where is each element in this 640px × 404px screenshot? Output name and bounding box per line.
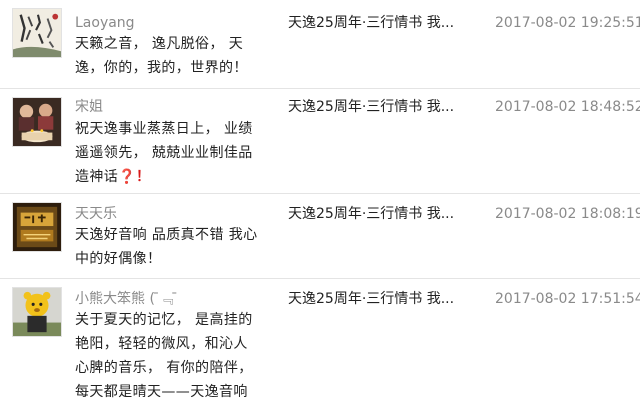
comment-username[interactable]: 小熊大笨熊 ( ̄﹃ ̄ [75, 290, 178, 308]
comment-row: 天天乐 天逸好音响 品质真不错 我心中的好偶像！ 天逸25周年·三行情书 我..… [0, 194, 640, 278]
bear-mascot-avatar-icon[interactable] [12, 287, 62, 337]
comment-text-body: 关于夏天的记忆， 是高挂的艳阳，轻轻的微风，和沁人心脾的音乐， 有你的陪伴，每天… [75, 312, 253, 400]
comment-timestamp: 2017-08-02 18:48:52 [495, 99, 640, 115]
comment-text: 关于夏天的记忆， 是高挂的艳阳，轻轻的微风，和沁人心脾的音乐， 有你的陪伴，每天… [75, 308, 260, 404]
comment-username[interactable]: Laoyang [75, 14, 135, 32]
comment-text: 祝天逸事业蒸蒸日上， 业绩遥遥领先， 兢兢业业制佳品造神话❓！ [75, 117, 260, 189]
article-link[interactable]: 天逸25周年·三行情书 我... [288, 205, 454, 223]
article-link[interactable]: 天逸25周年·三行情书 我... [288, 14, 454, 32]
comment-timestamp: 2017-08-02 17:51:54 [495, 291, 640, 307]
article-link[interactable]: 天逸25周年·三行情书 我... [288, 98, 454, 116]
comment-row: Laoyang 天籁之音， 逸凡脱俗， 天逸，你的，我的，世界的！ 天逸25周年… [0, 0, 640, 88]
comment-username[interactable]: 宋姐 [75, 98, 103, 116]
comment-text: 天籁之音， 逸凡脱俗， 天逸，你的，我的，世界的！ [75, 32, 260, 80]
comment-timestamp: 2017-08-02 18:08:19 [495, 206, 640, 222]
golden-plaque-avatar-icon[interactable] [12, 202, 62, 252]
comment-timestamp: 2017-08-02 19:25:51 [495, 15, 640, 31]
comment-text: 天逸好音响 品质真不错 我心中的好偶像！ [75, 223, 260, 271]
comment-row: 小熊大笨熊 ( ̄﹃ ̄ 关于夏天的记忆， 是高挂的艳阳，轻轻的微风，和沁人心脾… [0, 279, 640, 404]
birthday-cake-avatar-icon[interactable] [12, 97, 62, 147]
comment-row: 宋姐 祝天逸事业蒸蒸日上， 业绩遥遥领先， 兢兢业业制佳品造神话❓！ 天逸25周… [0, 89, 640, 193]
comment-username[interactable]: 天天乐 [75, 205, 117, 223]
comment-text-body: 天籁之音， 逸凡脱俗， 天逸，你的，我的，世界的！ [75, 36, 248, 76]
comment-text-body: 天逸好音响 品质真不错 我心中的好偶像！ [75, 227, 258, 267]
calligraphy-avatar-icon[interactable] [12, 8, 62, 58]
comment-text-extra: ❓！ [118, 169, 151, 185]
comment-text-body: 祝天逸事业蒸蒸日上， 业绩遥遥领先， 兢兢业业制佳品造神话 [75, 121, 253, 185]
article-link[interactable]: 天逸25周年·三行情书 我... [288, 290, 454, 308]
